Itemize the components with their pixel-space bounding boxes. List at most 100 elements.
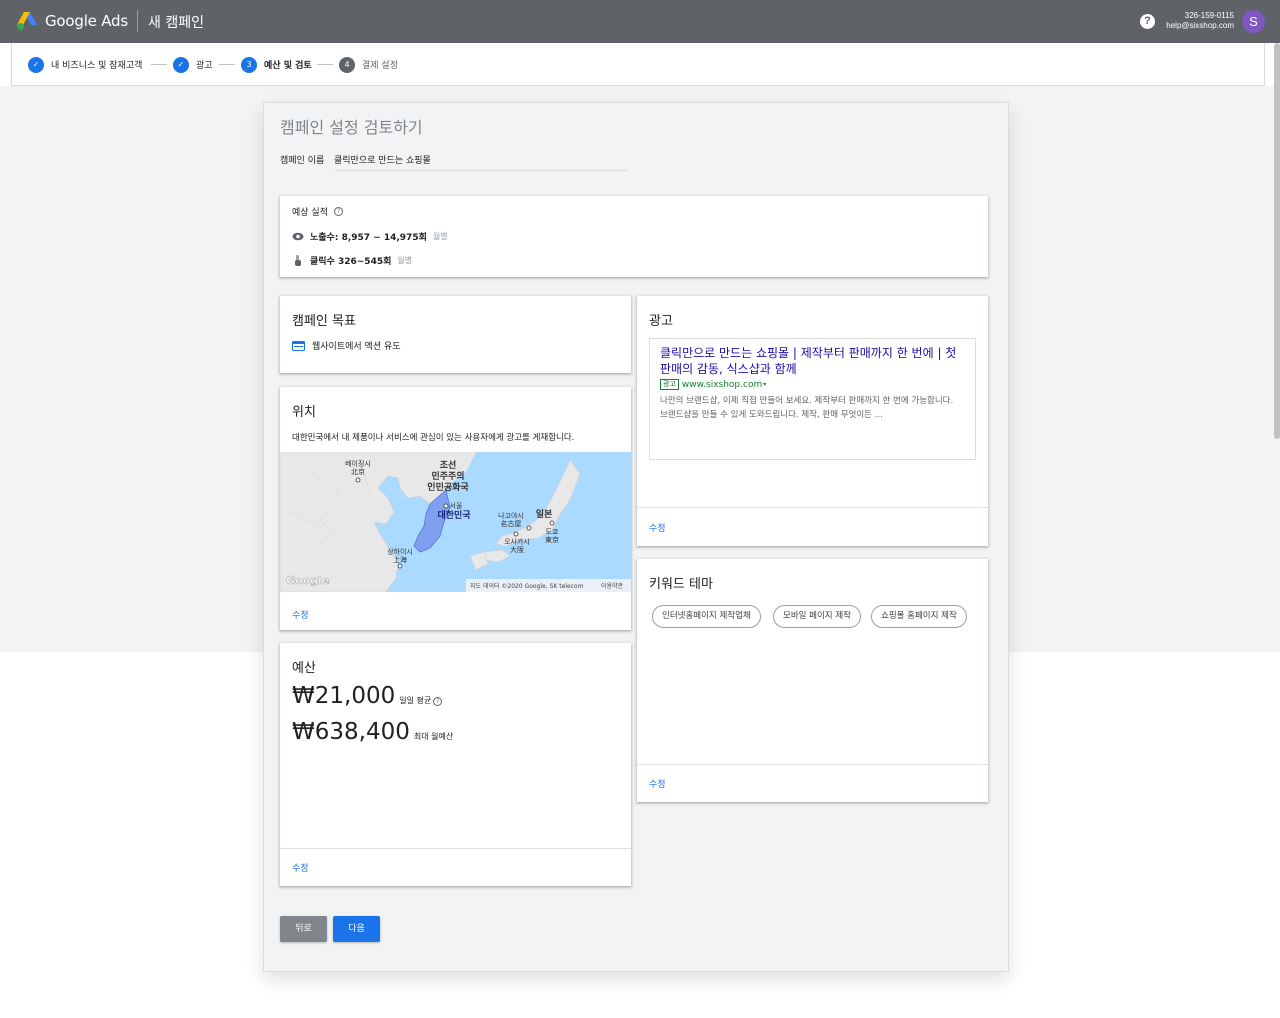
clicks-value: 클릭수 326~545회 (310, 257, 392, 267)
budget-divider (280, 848, 631, 849)
account-id: 326-159-0115 (1184, 11, 1234, 20)
map-label-korea: 대한민국 (437, 509, 471, 521)
account-email: help@sixshop.com (1166, 21, 1234, 30)
avatar[interactable]: S (1242, 10, 1265, 33)
ad-divider (637, 507, 988, 508)
daily-budget-row: ₩21,000 일일 평균 ? (292, 683, 443, 709)
eye-icon (292, 232, 304, 241)
keyword-divider (637, 764, 988, 765)
map-terms-link[interactable]: 이용약관 (601, 582, 624, 590)
google-ads-logo-icon (17, 12, 37, 30)
location-card: 위치 대한민국에서 내 제품이나 서비스에 관심이 있는 사용자에게 광고를 게… (280, 387, 631, 630)
click-icon (295, 255, 301, 266)
help-icon[interactable]: ? (433, 697, 443, 706)
step-connector (317, 64, 333, 65)
top-app-bar: Google Ads 새 캠페인 ? 326-159-0115 help@six… (0, 0, 1280, 43)
map-label-osaka-ja: 大阪 (510, 545, 524, 554)
ad-card: 광고 클릭만으로 만드는 쇼핑몰 | 제작부터 판매까지 한 번에 | 첫 판매… (637, 296, 988, 546)
step-label: 결제 설정 (362, 61, 398, 71)
step-label: 예산 및 검토 (264, 61, 312, 71)
ad-headline[interactable]: 클릭만으로 만드는 쇼핑몰 | 제작부터 판매까지 한 번에 | 첫 판매의 감… (660, 345, 960, 377)
budget-title: 예산 (292, 661, 316, 676)
budget-edit-link[interactable]: 수정 (292, 861, 309, 874)
ad-url-row: 광고 www.sixshop.com ▾ (660, 379, 766, 390)
location-edit-link[interactable]: 수정 (292, 608, 309, 621)
map-label-beijing-zh: 北京 (351, 467, 365, 476)
help-icon[interactable]: ? (333, 207, 343, 216)
impressions-value: 노출수: 8,957 ~ 14,975회 (310, 233, 427, 243)
keyword-chip[interactable]: 인터넷홈페이지 제작업체 (652, 605, 761, 628)
map-label-tokyo-ja: 東京 (545, 535, 559, 544)
campaign-name-underline (334, 170, 628, 171)
help-icon[interactable]: ? (1140, 14, 1155, 29)
clicks-row: 클릭수 326~545회 월별 (292, 254, 412, 267)
ad-edit-link[interactable]: 수정 (649, 521, 666, 534)
map-label-tokyo: 도쿄 (546, 528, 559, 536)
scrollbar-thumb[interactable] (1274, 43, 1280, 439)
daily-budget-label: 일일 평균 (399, 696, 432, 705)
campaign-name-label: 캠페인 이름 (280, 156, 325, 166)
map-label-nk3: 인민공화국 (427, 481, 469, 493)
keyword-edit-link[interactable]: 수정 (649, 777, 666, 790)
map-label-osaka: 오사카시 (504, 537, 530, 546)
map-label-nagoya-ja: 名古屋 (501, 519, 522, 528)
location-map[interactable]: 베이징시 北京 조선 민주주의 인민공화국 서울 대한민국 나고야시 名古屋 일… (280, 452, 631, 592)
map-label-japan: 일본 (536, 508, 553, 520)
keyword-title: 키워드 테마 (649, 577, 713, 592)
goal-value: 웹사이트에서 액션 유도 (312, 342, 401, 352)
monthly-budget-label: 최대 월예산 (413, 732, 454, 741)
performance-title: 예상 실적 ? (292, 205, 343, 218)
ad-description: 나만의 브랜드샵, 이제 직접 만들어 보세요. 제작부터 판매까지 한 번에 … (660, 396, 954, 420)
impressions-period: 월별 (432, 232, 448, 241)
location-description: 대한민국에서 내 제품이나 서비스에 관심이 있는 사용자에게 광고를 게재합니… (292, 433, 575, 443)
map-label-seoul: 서울 (450, 501, 463, 510)
ad-title: 광고 (649, 314, 673, 329)
keyword-chip[interactable]: 쇼핑몰 홈페이지 제작 (871, 605, 967, 628)
impressions-row: 노출수: 8,957 ~ 14,975회 월별 (292, 230, 448, 243)
step-business[interactable]: ✓ 내 비즈니스 및 잠재고객 (28, 56, 142, 73)
map-google-logo: Google (286, 574, 329, 587)
ad-url: www.sixshop.com (681, 379, 763, 390)
keyword-chip[interactable]: 모바일 페이지 제작 (773, 605, 861, 628)
daily-budget-value: ₩21,000 (292, 683, 396, 709)
map-attribution: 지도 데이터 ©2020 Google, SK telecom (470, 582, 584, 590)
step-budget-review[interactable]: 3 예산 및 검토 (241, 56, 312, 73)
map-label-shanghai-zh: 上海 (393, 555, 407, 564)
step-connector (151, 64, 167, 65)
clicks-period: 월별 (397, 256, 413, 265)
step-billing[interactable]: 4 결제 설정 (339, 56, 398, 73)
map-label-nk: 조선 (440, 459, 457, 471)
keyword-card: 키워드 테마 인터넷홈페이지 제작업체 모바일 페이지 제작 쇼핑몰 홈페이지 … (637, 559, 988, 802)
chevron-down-icon: ▾ (763, 381, 767, 388)
back-button[interactable]: 뒤로 (280, 916, 327, 942)
performance-card: 예상 실적 ? 노출수: 8,957 ~ 14,975회 월별 클릭수 326~… (280, 196, 988, 277)
ad-preview: 클릭만으로 만드는 쇼핑몰 | 제작부터 판매까지 한 번에 | 첫 판매의 감… (649, 338, 976, 460)
step-number: 3 (241, 56, 257, 73)
page-title: 새 캠페인 (148, 15, 204, 31)
goal-value-row: 웹사이트에서 액션 유도 (292, 339, 401, 352)
step-connector (219, 64, 235, 65)
step-label: 내 비즈니스 및 잠재고객 (51, 61, 143, 71)
keyword-chips: 인터넷홈페이지 제작업체 모바일 페이지 제작 쇼핑몰 홈페이지 제작 (637, 594, 988, 634)
monthly-budget-row: ₩638,400 최대 월예산 (292, 719, 453, 745)
map-label-nagoya: 나고야시 (498, 511, 524, 520)
stepper: ✓ 내 비즈니스 및 잠재고객 ✓ 광고 3 예산 및 검토 4 결제 설정 (11, 43, 1265, 86)
account-info[interactable]: 326-159-0115 help@sixshop.com (1166, 11, 1234, 31)
step-ad[interactable]: ✓ 광고 (173, 56, 213, 73)
step-label: 광고 (196, 61, 213, 71)
next-button[interactable]: 다음 (333, 916, 380, 942)
title-divider (137, 10, 138, 32)
campaign-name-field[interactable]: 클릭만으로 만드는 쇼핑몰 (334, 153, 431, 166)
monthly-budget-value: ₩638,400 (292, 719, 410, 745)
goal-card: 캠페인 목표 웹사이트에서 액션 유도 (280, 296, 631, 373)
app-brand[interactable]: Google Ads (45, 12, 128, 30)
review-title: 캠페인 설정 검토하기 (280, 118, 423, 137)
goal-title: 캠페인 목표 (292, 314, 356, 329)
map-label-beijing: 베이징시 (345, 459, 371, 468)
step-check-icon: ✓ (173, 56, 189, 73)
review-dialog: 캠페인 설정 검토하기 캠페인 이름 클릭만으로 만드는 쇼핑몰 예상 실적 ?… (263, 102, 1009, 972)
performance-title-text: 예상 실적 (292, 208, 328, 218)
map-label-nk2: 민주주의 (431, 470, 464, 482)
ad-badge: 광고 (660, 379, 679, 390)
map-label-shanghai: 상하이시 (387, 547, 413, 556)
